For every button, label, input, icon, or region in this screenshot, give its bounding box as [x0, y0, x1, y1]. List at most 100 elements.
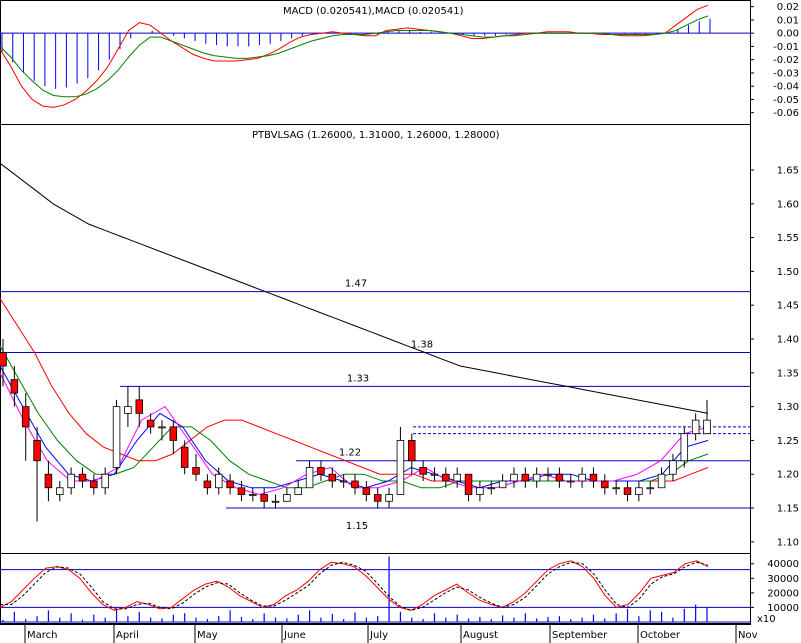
candle-down [203, 480, 212, 489]
candle-up [396, 440, 405, 495]
candle-up [612, 487, 620, 490]
macd-axis-tick-label: -0.03 [773, 68, 799, 79]
candle-down [362, 487, 371, 495]
level-label-1.47: 1.47 [345, 279, 367, 290]
candle-up [691, 419, 700, 435]
price-axis-tick-label: 1.60 [777, 199, 799, 210]
candle-down [589, 473, 598, 482]
candle-down [78, 473, 87, 482]
volume-axis-tick-label: 20000 [767, 588, 799, 599]
macd-panel-title: MACD (0.020541),MACD (0.020541) [283, 6, 464, 17]
candle-down [419, 467, 427, 475]
candle-down [464, 473, 473, 495]
candle-down [317, 467, 325, 475]
candle-down [351, 480, 359, 489]
candle-down [328, 473, 337, 482]
candle-up [544, 473, 552, 476]
price-axis-tick-label: 1.20 [777, 470, 799, 481]
volume-axis-tick-label: 10000 [767, 603, 799, 614]
price-axis-tick-label: 1.45 [777, 301, 799, 312]
candle-up [498, 480, 507, 489]
macd-axis-tick-label: -0.02 [773, 55, 799, 66]
volume-axis-tick-label: 30000 [767, 574, 799, 585]
candle-up [294, 487, 302, 495]
macd-axis-tick-label: -0.01 [773, 42, 799, 53]
chart-frame [0, 0, 751, 624]
macd-axis-tick-label: 0.00 [777, 29, 799, 40]
volume-axis-tick-label: 40000 [767, 559, 799, 570]
candle-up [476, 487, 484, 495]
price-axis-tick-label: 1.15 [777, 504, 799, 515]
price-axis-tick-label: 1.65 [777, 165, 799, 176]
candle-up [56, 487, 64, 495]
candle-up [453, 473, 461, 482]
month-label: September [552, 630, 608, 641]
candle-up [67, 473, 75, 489]
candle-up [249, 494, 257, 496]
candle-down [146, 419, 155, 428]
candle-down [192, 467, 200, 475]
candle-up [657, 473, 666, 489]
month-label: June [283, 630, 306, 641]
candle-down [226, 480, 234, 489]
candle-up [339, 480, 348, 483]
price-axis-tick-label: 1.10 [777, 537, 799, 548]
candle-down [442, 473, 450, 482]
macd-panel [0, 4, 750, 108]
candle-down [0, 352, 7, 367]
value-axes: 0.02 0.01 0.00 -0.01 -0.02 -0.03 -0.04 -0.05 -0.… [750, 2, 799, 614]
candle-down [373, 494, 382, 502]
candle-up [703, 419, 711, 435]
candle-down [260, 494, 268, 502]
candle-up [646, 487, 654, 490]
candle-up [635, 487, 643, 495]
macd-axis-tick-label: -0.06 [773, 108, 799, 119]
macd-line [0, 4, 709, 108]
candle-down [135, 399, 144, 414]
month-label: May [197, 630, 218, 641]
macd-axis-tick-label: -0.04 [773, 82, 799, 93]
price-axis-tick-label: 1.30 [777, 402, 799, 413]
candle-down [408, 440, 416, 462]
date-axis: March April May June July August September Octo… [24, 624, 758, 643]
candle-up [510, 473, 518, 482]
candle-down [169, 426, 178, 441]
moving-average-line [0, 345, 709, 489]
price-panel: 1.471.381.331.221.15 [0, 162, 750, 532]
stock-chart: MACD (0.020541),MACD (0.020541) PTBVLSAG… [0, 0, 799, 643]
month-label: Nov [738, 630, 758, 641]
candle-up [430, 473, 439, 476]
candle-up [578, 473, 586, 482]
candle-up [271, 500, 280, 503]
candle-down [180, 446, 189, 468]
level-label-1.22: 1.22 [339, 448, 361, 459]
candle-down [623, 487, 632, 495]
level-label-1.33: 1.33 [347, 373, 369, 384]
month-label: October [640, 630, 681, 641]
month-label: August [463, 630, 498, 641]
price-axis-tick-label: 1.35 [777, 368, 799, 379]
month-label: April [116, 630, 139, 641]
month-label: July [369, 630, 388, 641]
price-axis-tick-label: 1.40 [777, 335, 799, 346]
candle-down [555, 473, 564, 482]
candle-down [521, 473, 530, 482]
candle-down [10, 379, 19, 394]
candle-up [214, 473, 223, 489]
volume-panel [0, 556, 750, 623]
macd-axis-tick-label: 0.01 [777, 15, 799, 26]
candle-up [680, 433, 689, 462]
macd-axis-tick-label: -0.05 [773, 95, 799, 106]
candle-down [237, 487, 246, 495]
volume-unit-label: x10 [757, 614, 776, 625]
candle-up [101, 473, 109, 489]
candle-down [44, 473, 53, 489]
candle-up [669, 460, 677, 475]
candle-down [21, 406, 30, 428]
price-axis-tick-label: 1.55 [777, 233, 799, 244]
price-axis-tick-label: 1.25 [777, 436, 799, 447]
candle-up [283, 494, 291, 502]
candle-up [158, 426, 166, 429]
candle-down [90, 480, 98, 489]
candle-up [385, 494, 393, 502]
